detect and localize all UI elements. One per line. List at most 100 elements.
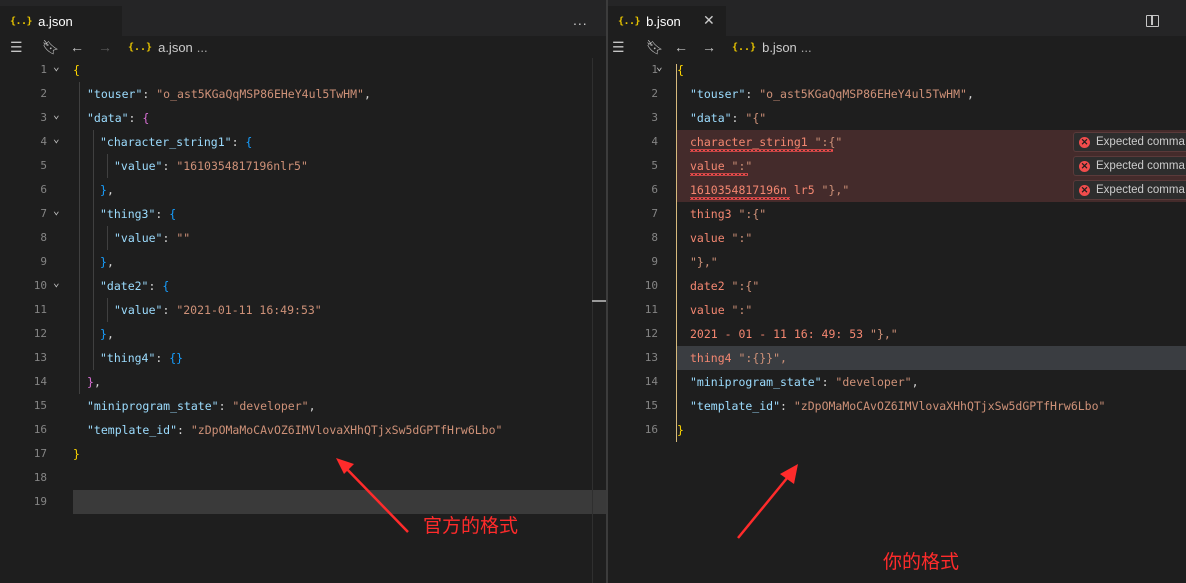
breadcrumb-file[interactable]: {..} b.json ... (732, 40, 812, 55)
fold-chevron-icon[interactable]: ⌄ (53, 132, 60, 145)
error-squiggle (690, 149, 833, 152)
json-file-icon: {..} (128, 42, 153, 53)
json-string: "o_ast5KGaQqMSP86EHeY4ul5TwHM" (156, 87, 364, 101)
error-token: value (690, 303, 725, 317)
json-key: "date2" (100, 279, 149, 293)
json-key: "value" (114, 231, 163, 245)
error-token: value (690, 231, 725, 245)
code-line: "character_string1": { (100, 135, 253, 149)
json-bracket: {} (169, 351, 184, 365)
json-string: "2021-01-11 16:49:53" (176, 303, 322, 317)
line-number: 15 (33, 399, 47, 412)
tab-label: b.json (646, 13, 681, 29)
json-string: "" (176, 231, 191, 245)
json-string: "{" (745, 111, 767, 125)
error-token: 1610354817196n lr5 (690, 183, 815, 197)
line-number: 5 (651, 159, 658, 172)
editor-pane-left: {..} a.json ... ☰ 🔖︎ ← → {..} a.json ...… (0, 0, 606, 583)
bookmark-icon[interactable]: 🔖︎ (646, 39, 664, 56)
code-line: "data": "{" (690, 111, 767, 125)
fold-chevron-icon[interactable]: ⌄ (53, 204, 60, 217)
list-icon[interactable]: ☰ (10, 39, 23, 56)
json-string: ":" (724, 159, 753, 173)
tab-a-json[interactable]: {..} a.json (0, 6, 122, 36)
breadcrumb-filename: b.json (762, 40, 797, 55)
error-token: thing4 (690, 351, 732, 365)
breadcrumb-file[interactable]: {..} a.json ... (128, 40, 208, 55)
error-token: date2 (690, 279, 725, 293)
json-string: ":{" (724, 279, 760, 293)
code-line: "miniprogram_state": "developer", (87, 399, 316, 413)
line-number: 14 (644, 375, 658, 388)
line-number: 2 (40, 87, 47, 100)
json-file-icon: {..} (732, 42, 757, 53)
breadcrumb-left: ☰ 🔖︎ ← → {..} a.json ... (0, 36, 606, 60)
json-key: "miniprogram_state" (87, 399, 219, 413)
json-key: "touser" (690, 87, 746, 101)
json-bracket: } (87, 375, 94, 389)
code-line: thing4 ":{}}", (690, 351, 787, 365)
fold-chevron-icon[interactable]: ⌄ (53, 60, 60, 73)
json-string: "developer" (232, 399, 309, 413)
line-number: 13 (644, 351, 658, 364)
back-arrow-icon[interactable]: ← (70, 39, 84, 55)
code-line: character_string1 ":{" (690, 135, 842, 149)
breadcrumb-filename: a.json (158, 40, 193, 55)
error-hint[interactable]: ✕ Expected comma (1073, 132, 1186, 152)
code-line: }, (87, 375, 101, 389)
fold-chevron-icon[interactable]: ⌄ (53, 108, 60, 121)
json-key: "data" (87, 111, 129, 125)
json-string: ":{" (807, 135, 843, 149)
code-token: } (73, 447, 80, 461)
line-number: 12 (644, 327, 658, 340)
error-squiggle (690, 173, 748, 176)
fold-chevron-icon[interactable]: ⌄ (53, 276, 60, 289)
line-number: 6 (651, 183, 658, 196)
more-actions-button[interactable]: ... (573, 12, 588, 28)
json-string: "zDpOMaMoCAvOZ6IMVlovaXHhQTjxSw5dGPTfHrw… (190, 423, 503, 437)
code-line: "}," (690, 255, 718, 269)
tab-b-json[interactable]: {..} b.json ✕ (608, 6, 726, 36)
line-number: 3 (40, 111, 47, 124)
back-arrow-icon[interactable]: ← (674, 39, 688, 55)
line-number: 18 (33, 471, 47, 484)
line-number: 9 (651, 255, 658, 268)
code-line: 1610354817196n lr5 "}," (690, 183, 849, 197)
code-line: value ":" (690, 231, 752, 245)
error-icon: ✕ (1079, 184, 1090, 196)
close-tab-icon[interactable]: ✕ (703, 12, 715, 29)
code-line: thing3 ":{" (690, 207, 766, 221)
forward-arrow-icon[interactable]: → (702, 39, 716, 55)
breadcrumb-ellipsis: ... (196, 40, 208, 55)
line-number: 7 (651, 207, 658, 220)
code-editor-right[interactable]: ⌄ { "touser": "o_ast5KGaQqMSP86EHeY4ul5T… (608, 58, 1186, 583)
split-editor-icon[interactable] (1146, 15, 1159, 27)
error-icon: ✕ (1079, 160, 1090, 172)
code-line: value ":" (690, 159, 752, 173)
error-squiggle (690, 197, 790, 200)
list-icon[interactable]: ☰ (612, 39, 625, 56)
json-string: ":" (724, 231, 753, 245)
json-key: "value" (114, 303, 163, 317)
line-number: 12 (33, 327, 47, 340)
json-bracket: { (162, 279, 170, 293)
code-token: { (677, 63, 684, 77)
json-key: "thing3" (100, 207, 156, 221)
json-string: "o_ast5KGaQqMSP86EHeY4ul5TwHM" (759, 87, 967, 101)
line-number: 3 (651, 111, 658, 124)
code-line: }, (100, 327, 114, 341)
json-key: "character_string1" (100, 135, 232, 149)
code-editor-left[interactable]: ⌄ { "touser": "o_ast5KGaQqMSP86EHeY4ul5T… (0, 58, 606, 583)
code-line: "miniprogram_state": "developer", (690, 375, 919, 389)
line-number: 13 (33, 351, 47, 364)
error-token: thing3 (690, 207, 732, 221)
forward-arrow-icon[interactable]: → (98, 39, 112, 55)
code-line: "thing4": {} (100, 351, 184, 365)
json-string: ":{" (731, 207, 767, 221)
error-token: value (690, 159, 725, 173)
error-token: character_string1 (690, 135, 808, 149)
bookmark-icon[interactable]: 🔖︎ (42, 39, 60, 56)
error-message: Expected comma (1096, 184, 1185, 196)
error-hint[interactable]: ✕ Expected comma (1073, 180, 1186, 200)
error-hint[interactable]: ✕ Expected comma (1073, 156, 1186, 176)
